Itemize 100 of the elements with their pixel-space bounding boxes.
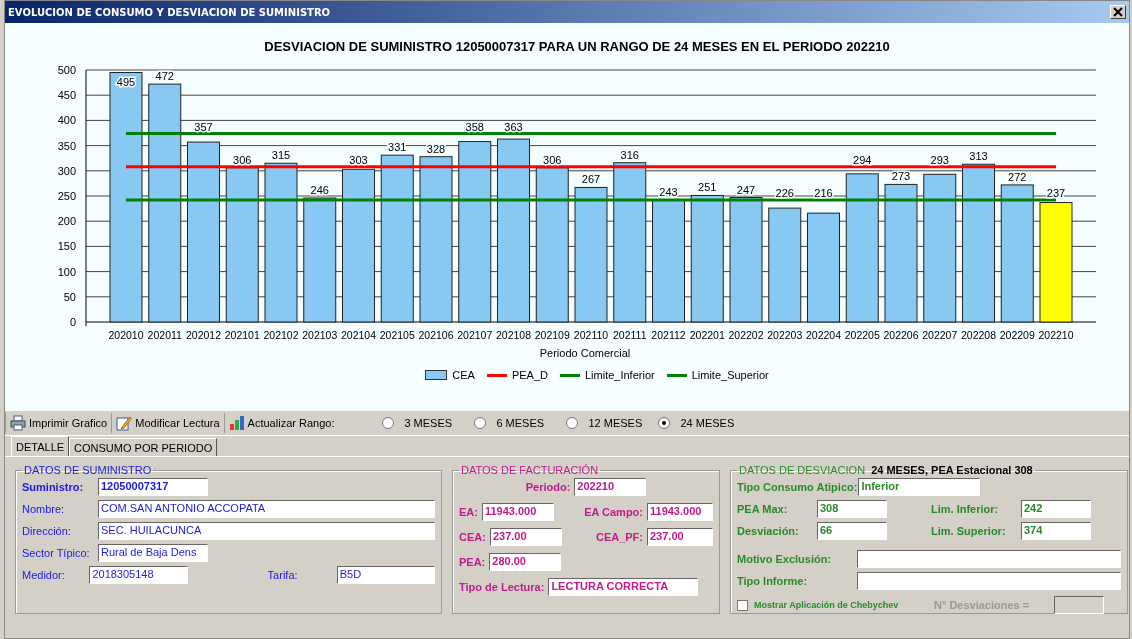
- field-label: Motivo Exclusión:: [737, 553, 833, 565]
- chart-title: DESVIACION DE SUMINISTRO 12050007317 PARA UN RANGO DE 24 MESES EN EL PERIODO 202210: [264, 39, 890, 54]
- range-radio[interactable]: 24 MESES: [658, 417, 751, 429]
- text-field[interactable]: 12050007317: [98, 478, 208, 496]
- legend-label: Limite_Superior: [691, 369, 769, 381]
- field-label: Tipo Informe:: [737, 575, 809, 587]
- x-tick-label: 202210: [1038, 329, 1074, 341]
- x-tick-label: 202112: [651, 329, 686, 341]
- data-label: 293: [930, 153, 949, 166]
- checkbox[interactable]: [737, 599, 748, 611]
- data-label: 358: [465, 120, 484, 133]
- data-label: 251: [698, 181, 717, 194]
- text-field[interactable]: 11943.000: [647, 503, 713, 521]
- y-tick-label: 400: [57, 114, 76, 127]
- y-tick-label: 250: [57, 190, 76, 202]
- close-icon: [1113, 7, 1123, 17]
- text-field[interactable]: 237.00: [489, 528, 562, 546]
- field-label: Desviación:: [737, 525, 800, 537]
- group-subtitle: 24 MESES, PEA Estacional 308: [871, 464, 1033, 476]
- y-tick-label: 500: [57, 64, 76, 76]
- toolbar-button[interactable]: Modificar Lectura: [111, 413, 224, 433]
- window-title: EVOLUCION DE CONSUMO Y DESVIACION DE SUMINISTRO: [8, 6, 331, 18]
- x-tick-label: 202104: [341, 329, 376, 341]
- field-label: Tarifa:: [267, 569, 299, 581]
- x-tick-label: 202109: [534, 329, 570, 341]
- range-radio[interactable]: 12 MESES: [566, 417, 659, 429]
- data-label: 247: [736, 183, 756, 196]
- field-label: PEA Max:: [737, 503, 789, 515]
- text-field[interactable]: SEC. HUILACUNCA: [98, 522, 435, 540]
- text-field[interactable]: B5D: [336, 566, 435, 584]
- text-field[interactable]: 237.00: [647, 528, 713, 546]
- data-label: 243: [659, 185, 678, 198]
- text-field[interactable]: LECTURA CORRECTA: [548, 578, 699, 596]
- data-label: 328: [426, 142, 446, 155]
- x-tick-label: 202201: [689, 329, 725, 341]
- text-field[interactable]: 242: [1021, 500, 1091, 518]
- legend-line: [666, 373, 687, 377]
- x-tick-label: 202206: [883, 329, 919, 341]
- field-label: Tipo de Lectura:: [459, 581, 545, 593]
- x-tick-label: 202102: [263, 329, 299, 341]
- x-tick-label: 202202: [728, 329, 764, 341]
- printer-icon: [10, 415, 26, 431]
- data-label: 363: [504, 120, 523, 133]
- y-tick-label: 150: [57, 240, 76, 253]
- field-label: Dirección:: [22, 525, 72, 537]
- text-field[interactable]: 202210: [574, 478, 647, 496]
- text-field[interactable]: 66: [817, 522, 887, 540]
- data-label: 315: [271, 149, 291, 162]
- text-field[interactable]: 280.00: [489, 553, 562, 571]
- data-label: 316: [620, 148, 639, 161]
- text-field[interactable]: [857, 572, 1121, 590]
- text-field[interactable]: [857, 550, 1121, 568]
- x-tick-label: 202101: [224, 329, 260, 341]
- text-field[interactable]: Inferior: [858, 478, 981, 496]
- range-radio[interactable]: 3 MESES: [382, 417, 475, 429]
- field-label: Medidor:: [22, 569, 66, 581]
- text-field[interactable]: 374: [1021, 522, 1091, 540]
- toolbar-button[interactable]: Imprimir Grafico: [5, 413, 112, 433]
- data-label: 267: [581, 173, 601, 186]
- text-field[interactable]: COM.SAN ANTONIO ACCOPATA: [98, 500, 435, 518]
- close-button[interactable]: [1110, 5, 1126, 19]
- data-label: 306: [233, 153, 252, 166]
- text-field[interactable]: 2018305148: [89, 566, 188, 584]
- x-tick-label: 202203: [767, 329, 803, 341]
- data-label: 306: [543, 153, 562, 166]
- x-tick-label: 202209: [999, 329, 1035, 341]
- data-label: 226: [775, 187, 794, 200]
- tab[interactable]: CONSUMO POR PERIODO: [69, 438, 218, 456]
- checkbox-label: Mostrar Aplicación de Chebychev: [754, 600, 900, 610]
- x-tick-label: 202012: [186, 329, 221, 341]
- field-label: CEA:: [459, 531, 486, 543]
- field-label: N° Desviaciones =: [934, 599, 1031, 611]
- data-label: 472: [155, 70, 174, 83]
- data-label: 272: [1008, 170, 1027, 183]
- range-radio[interactable]: 6 MESES: [474, 417, 567, 429]
- x-tick-label: 202207: [922, 329, 958, 341]
- x-tick-label: 202011: [147, 329, 182, 341]
- toolbar-button[interactable]: Actualizar Rango:: [223, 413, 339, 433]
- data-label: 237: [1046, 187, 1066, 200]
- bar-chart-icon: [228, 415, 245, 431]
- data-label: 273: [891, 170, 911, 183]
- data-label: 313: [969, 150, 988, 163]
- legend-label: PEA_D: [511, 369, 548, 381]
- data-label: 303: [349, 153, 368, 166]
- text-field[interactable]: Rural de Baja Dens: [98, 544, 208, 562]
- y-tick-label: 450: [57, 89, 76, 102]
- text-field[interactable]: 308: [817, 500, 887, 518]
- x-tick-label: 202108: [496, 329, 531, 341]
- y-tick-label: 350: [57, 139, 76, 152]
- x-tick-label: 202105: [379, 329, 415, 341]
- tab[interactable]: DETALLE: [11, 436, 70, 456]
- x-tick-label: 202111: [613, 329, 647, 341]
- field-label: EA Campo:: [584, 506, 643, 518]
- field-label: Nombre:: [22, 503, 66, 515]
- y-tick-label: 50: [63, 290, 76, 303]
- text-field[interactable]: 11943.000: [481, 503, 554, 521]
- group-title: DATOS DE FACTURACIÓN: [460, 464, 600, 476]
- field-label: Periodo:: [525, 481, 571, 493]
- field-label: Lim. Inferior:: [931, 503, 1000, 515]
- data-label: 357: [194, 120, 213, 133]
